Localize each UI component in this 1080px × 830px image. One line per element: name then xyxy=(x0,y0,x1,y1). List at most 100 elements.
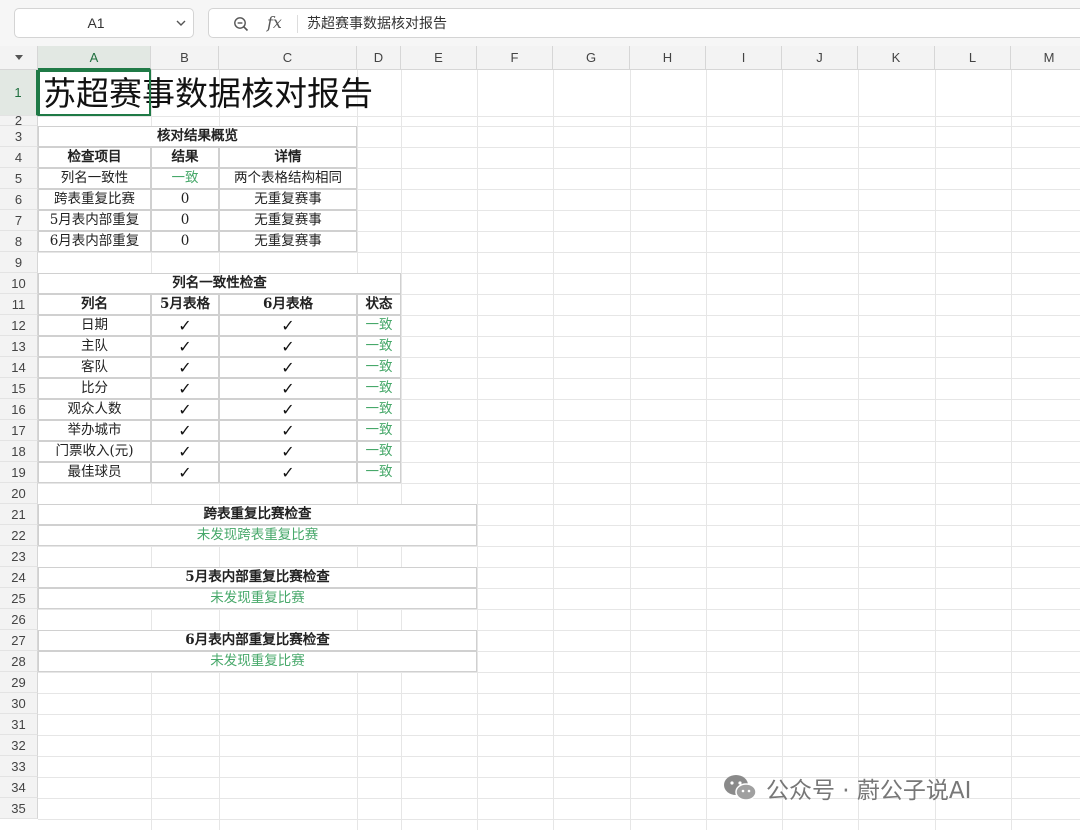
may-check-result[interactable]: 未发现重复比赛 xyxy=(38,588,477,609)
row-header-6[interactable]: 6 xyxy=(0,189,38,210)
row-header-5[interactable]: 5 xyxy=(0,168,38,189)
may-check-mark[interactable]: ✓ xyxy=(151,399,219,420)
june-check-mark[interactable]: ✓ xyxy=(219,420,357,441)
row-header-16[interactable]: 16 xyxy=(0,399,38,420)
column-check-header[interactable]: 列名 xyxy=(38,294,151,315)
column-check-header[interactable]: 状态 xyxy=(357,294,401,315)
row-header-29[interactable]: 29 xyxy=(0,672,38,693)
row-header-3[interactable]: 3 xyxy=(0,126,38,147)
overview-cell[interactable]: 0 xyxy=(151,231,219,252)
column-name-cell[interactable]: 日期 xyxy=(38,315,151,336)
overview-header[interactable]: 检查项目 xyxy=(38,147,151,168)
column-header-L[interactable]: L xyxy=(935,46,1011,70)
overview-cell[interactable]: 6月表内部重复 xyxy=(38,231,151,252)
column-header-G[interactable]: G xyxy=(553,46,630,70)
row-header-23[interactable]: 23 xyxy=(0,546,38,567)
status-cell[interactable]: 一致 xyxy=(357,420,401,441)
june-check-mark[interactable]: ✓ xyxy=(219,315,357,336)
may-check-mark[interactable]: ✓ xyxy=(151,336,219,357)
june-check-mark[interactable]: ✓ xyxy=(219,336,357,357)
row-header-28[interactable]: 28 xyxy=(0,651,38,672)
june-check-mark[interactable]: ✓ xyxy=(219,399,357,420)
status-cell[interactable]: 一致 xyxy=(357,378,401,399)
row-header-15[interactable]: 15 xyxy=(0,378,38,399)
column-check-header[interactable]: 6月表格 xyxy=(219,294,357,315)
column-header-H[interactable]: H xyxy=(630,46,706,70)
overview-cell[interactable]: 两个表格结构相同 xyxy=(219,168,357,189)
status-cell[interactable]: 一致 xyxy=(357,336,401,357)
column-name-cell[interactable]: 主队 xyxy=(38,336,151,357)
spreadsheet-grid[interactable]: ABCDEFGHIJKLM 1 2 3 4 5 6 7 8 9 10 11 12 13 14 15 16 17 1… xyxy=(0,46,1080,830)
may-check-mark[interactable]: ✓ xyxy=(151,441,219,462)
column-header-J[interactable]: J xyxy=(782,46,858,70)
status-cell[interactable]: 一致 xyxy=(357,441,401,462)
column-header-A[interactable]: A xyxy=(38,46,151,70)
row-header-34[interactable]: 34 xyxy=(0,777,38,798)
column-header-C[interactable]: C xyxy=(219,46,357,70)
row-header-20[interactable]: 20 xyxy=(0,483,38,504)
may-check-mark[interactable]: ✓ xyxy=(151,357,219,378)
row-header-10[interactable]: 10 xyxy=(0,273,38,294)
june-check-mark[interactable]: ✓ xyxy=(219,378,357,399)
row-header-30[interactable]: 30 xyxy=(0,693,38,714)
overview-cell[interactable]: 0 xyxy=(151,189,219,210)
chevron-down-icon[interactable] xyxy=(175,17,187,29)
overview-cell[interactable]: 5月表内部重复 xyxy=(38,210,151,231)
column-name-cell[interactable]: 比分 xyxy=(38,378,151,399)
row-header-25[interactable]: 25 xyxy=(0,588,38,609)
column-name-cell[interactable]: 客队 xyxy=(38,357,151,378)
report-title[interactable]: 苏超赛事数据核对报告 xyxy=(43,74,373,114)
overview-cell[interactable]: 跨表重复比赛 xyxy=(38,189,151,210)
select-all-corner[interactable] xyxy=(0,46,38,70)
row-header-33[interactable]: 33 xyxy=(0,756,38,777)
column-check-header[interactable]: 5月表格 xyxy=(151,294,219,315)
row-header-35[interactable]: 35 xyxy=(0,798,38,819)
row-header-11[interactable]: 11 xyxy=(0,294,38,315)
name-box[interactable]: A1 xyxy=(14,8,194,38)
row-header-19[interactable]: 19 xyxy=(0,462,38,483)
row-header-9[interactable]: 9 xyxy=(0,252,38,273)
column-header-I[interactable]: I xyxy=(706,46,782,70)
overview-header[interactable]: 详情 xyxy=(219,147,357,168)
may-check-heading[interactable]: 5月表内部重复比赛检查 xyxy=(38,567,477,588)
formula-input[interactable]: fx 苏超赛事数据核对报告 xyxy=(208,8,1080,38)
row-header-4[interactable]: 4 xyxy=(0,147,38,168)
formula-value[interactable]: 苏超赛事数据核对报告 xyxy=(307,13,447,33)
row-header-14[interactable]: 14 xyxy=(0,357,38,378)
row-header-22[interactable]: 22 xyxy=(0,525,38,546)
column-check-heading[interactable]: 列名一致性检查 xyxy=(38,273,401,294)
column-header-B[interactable]: B xyxy=(151,46,219,70)
overview-header[interactable]: 结果 xyxy=(151,147,219,168)
status-cell[interactable]: 一致 xyxy=(357,357,401,378)
cross-check-result[interactable]: 未发现跨表重复比赛 xyxy=(38,525,477,546)
column-name-cell[interactable]: 最佳球员 xyxy=(38,462,151,483)
status-cell[interactable]: 一致 xyxy=(357,315,401,336)
may-check-mark[interactable]: ✓ xyxy=(151,420,219,441)
column-name-cell[interactable]: 举办城市 xyxy=(38,420,151,441)
overview-cell[interactable]: 无重复赛事 xyxy=(219,210,357,231)
row-header-13[interactable]: 13 xyxy=(0,336,38,357)
column-header-F[interactable]: F xyxy=(477,46,553,70)
row-header-12[interactable]: 12 xyxy=(0,315,38,336)
row-header-8[interactable]: 8 xyxy=(0,231,38,252)
column-name-cell[interactable]: 门票收入(元) xyxy=(38,441,151,462)
june-check-mark[interactable]: ✓ xyxy=(219,462,357,483)
column-name-cell[interactable]: 观众人数 xyxy=(38,399,151,420)
overview-cell[interactable]: 无重复赛事 xyxy=(219,189,357,210)
row-header-17[interactable]: 17 xyxy=(0,420,38,441)
column-header-K[interactable]: K xyxy=(858,46,935,70)
row-header-7[interactable]: 7 xyxy=(0,210,38,231)
june-check-result[interactable]: 未发现重复比赛 xyxy=(38,651,477,672)
june-check-mark[interactable]: ✓ xyxy=(219,441,357,462)
fx-icon[interactable]: fx xyxy=(267,13,282,32)
row-header-21[interactable]: 21 xyxy=(0,504,38,525)
cross-check-heading[interactable]: 跨表重复比赛检查 xyxy=(38,504,477,525)
may-check-mark[interactable]: ✓ xyxy=(151,462,219,483)
overview-cell[interactable]: 一致 xyxy=(151,168,219,189)
column-header-E[interactable]: E xyxy=(401,46,477,70)
june-check-mark[interactable]: ✓ xyxy=(219,357,357,378)
row-header-2[interactable]: 2 xyxy=(0,114,38,127)
status-cell[interactable]: 一致 xyxy=(357,399,401,420)
row-header-32[interactable]: 32 xyxy=(0,735,38,756)
may-check-mark[interactable]: ✓ xyxy=(151,378,219,399)
